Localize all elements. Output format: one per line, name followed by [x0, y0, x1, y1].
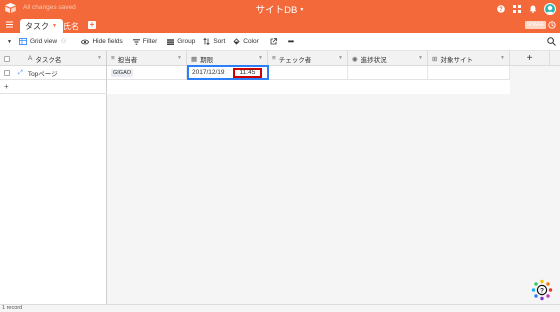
multiple-select-icon: ⊞ — [432, 55, 438, 63]
primary-field-cell[interactable]: ⤢ Topページ — [14, 66, 107, 80]
single-select-icon: ◉ — [352, 55, 358, 63]
filter-button[interactable]: Filter — [132, 33, 158, 51]
paint-bucket-icon — [233, 38, 240, 45]
share-view-button[interactable] — [270, 33, 280, 51]
eye-icon — [81, 39, 90, 44]
group-icon — [167, 38, 175, 45]
site-cell[interactable] — [428, 66, 510, 80]
tab-task[interactable]: タスク ▼ — [20, 19, 63, 33]
row-checkbox[interactable] — [4, 70, 10, 76]
hide-fields-button[interactable]: Hide fields — [81, 33, 123, 51]
table-tab-bar: タスク ▼ 氏名 + SHARE — [0, 17, 560, 33]
chevron-down-icon[interactable]: ▼ — [500, 55, 505, 61]
expand-record-icon[interactable]: ⤢ — [18, 70, 23, 77]
column-header-label: 担当者 — [117, 56, 138, 64]
column-header-checker[interactable]: ≡ チェック者 ▼ — [268, 51, 348, 66]
checker-cell[interactable] — [269, 66, 348, 80]
apps-grid-icon[interactable] — [512, 4, 521, 13]
sort-icon — [203, 38, 211, 45]
column-header-label: 進捗状況 — [360, 56, 387, 64]
hide-fields-label: Hide fields — [92, 38, 123, 45]
group-button[interactable]: Group — [167, 33, 195, 51]
tab-label: 氏名 — [63, 21, 79, 31]
link-field-icon: ≡ — [272, 55, 276, 62]
svg-text:?: ? — [540, 287, 544, 294]
more-options-button[interactable]: ••• — [287, 33, 294, 51]
chevron-down-icon[interactable]: ▼ — [338, 55, 343, 61]
base-name-button[interactable]: サイトDB ▼ — [256, 5, 305, 16]
chevron-down-icon[interactable]: ▼ — [97, 55, 102, 61]
color-button[interactable]: Color — [233, 33, 259, 51]
top-header: All changes saved サイトDB ▼ ? — [0, 0, 560, 17]
table-row[interactable]: ⤢ Topページ GIGAO 2017/12/19 11:45 — [0, 65, 510, 80]
svg-text:?: ? — [499, 7, 503, 13]
view-toolbar: ▼ Grid view ⚇ Hide fields Filter Group S… — [0, 33, 560, 51]
caret-down-icon: ▼ — [52, 23, 57, 29]
external-link-icon — [270, 38, 277, 45]
select-all-checkbox[interactable] — [4, 55, 10, 62]
chevron-down-icon[interactable]: ▼ — [177, 55, 182, 61]
column-header-site[interactable]: ⊞ 対象サイト ▼ — [428, 51, 510, 66]
filter-icon — [132, 38, 140, 45]
help-icon[interactable]: ? — [496, 4, 505, 13]
base-name: サイトDB — [255, 5, 298, 16]
column-header-label: タスク名 — [35, 56, 62, 64]
grid-view-icon — [18, 38, 27, 45]
task-name: Topページ — [27, 71, 58, 78]
view-name: Grid view — [29, 38, 58, 45]
column-header-assignee[interactable]: ≡ 担当者 ▼ — [107, 51, 187, 66]
view-users-icon: ⚇ — [61, 39, 67, 45]
hamburger-menu-icon[interactable] — [6, 21, 13, 28]
tab-name[interactable]: 氏名 — [58, 19, 84, 33]
notification-bell-icon[interactable] — [528, 4, 537, 13]
chevron-down-icon[interactable]: ▼ — [258, 55, 263, 61]
assignee-cell[interactable]: GIGAO — [107, 66, 187, 80]
row-select-cell — [0, 66, 14, 80]
select-all-cell — [0, 51, 14, 66]
column-header-deadline[interactable]: ▦ 期限 ▼ — [187, 51, 268, 66]
time-input[interactable]: 11:45 — [232, 67, 263, 78]
collapse-sidebar-icon[interactable]: ▼ — [7, 39, 12, 45]
text-field-icon: A — [28, 55, 33, 62]
sort-button[interactable]: Sort — [203, 33, 225, 51]
more-icon: ••• — [287, 37, 294, 46]
status-cell[interactable] — [348, 66, 428, 80]
time-value: 11:45 — [239, 69, 256, 76]
search-icon[interactable] — [547, 37, 556, 46]
grid-area: A タスク名 ▼ ≡ 担当者 ▼ ▦ 期限 ▼ ≡ チェック者 ▼ ◉ 進捗状況… — [0, 51, 560, 304]
add-record-button[interactable]: + — [0, 81, 107, 94]
chevron-down-icon[interactable]: ▼ — [418, 55, 423, 61]
airtable-logo-icon[interactable] — [4, 2, 17, 14]
column-header-row: A タスク名 ▼ ≡ 担当者 ▼ ▦ 期限 ▼ ≡ チェック者 ▼ ◉ 進捗状況… — [0, 51, 560, 66]
date-value: 2017/12/19 — [192, 69, 225, 76]
group-label: Group — [177, 38, 196, 45]
record-count: 1 record — [0, 304, 560, 312]
sort-label: Sort — [213, 38, 226, 45]
view-switcher[interactable]: Grid view ⚇ — [18, 33, 67, 51]
column-header-task[interactable]: A タスク名 ▼ — [14, 51, 107, 66]
tab-label: タスク — [25, 21, 49, 31]
linked-record-pill: GIGAO — [111, 69, 134, 77]
support-widget-icon[interactable]: ? — [531, 279, 553, 301]
column-header-label: 期限 — [200, 56, 214, 64]
share-button[interactable]: SHARE — [524, 21, 546, 29]
caret-down-icon: ▼ — [299, 7, 305, 13]
add-table-button[interactable]: + — [88, 21, 96, 29]
add-field-button[interactable]: + — [510, 51, 550, 66]
deadline-cell[interactable]: 2017/12/19 11:45 — [187, 65, 269, 80]
avatar[interactable] — [544, 2, 556, 15]
column-header-status[interactable]: ◉ 進捗状況 ▼ — [348, 51, 428, 66]
history-icon[interactable] — [548, 21, 556, 29]
column-header-label: チェック者 — [278, 56, 312, 64]
link-field-icon: ≡ — [111, 55, 115, 62]
filter-label: Filter — [142, 38, 158, 45]
column-header-label: 対象サイト — [440, 56, 473, 64]
color-label: Color — [243, 38, 259, 45]
calendar-icon: ▦ — [191, 55, 198, 63]
save-status: All changes saved — [23, 4, 76, 11]
